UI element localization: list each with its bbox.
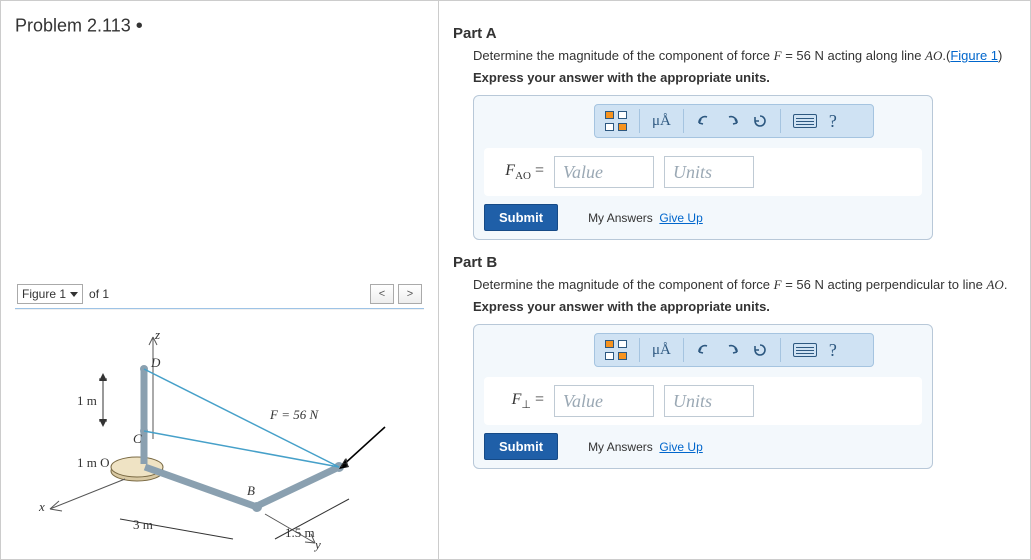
- point-d-label: D: [151, 355, 160, 371]
- part-b-var-label: F⊥ =: [494, 391, 544, 411]
- figure-next-button[interactable]: >: [398, 284, 422, 304]
- figure-link[interactable]: Figure 1: [950, 48, 998, 63]
- part-a-giveup-link[interactable]: Give Up: [659, 211, 702, 225]
- part-b-units-input[interactable]: Units: [664, 385, 754, 417]
- part-a-submit-button[interactable]: Submit: [484, 204, 558, 231]
- templates-icon[interactable]: [605, 340, 627, 360]
- problem-title: Problem 2.113 •: [15, 15, 424, 38]
- help-icon[interactable]: ?: [829, 340, 837, 361]
- figure-diagram: z x y D C B A 1 m 1 m O 3 m 1.5 m F = 56…: [15, 319, 425, 549]
- part-b-title: Part B: [453, 254, 1016, 271]
- reset-icon[interactable]: [752, 114, 768, 128]
- status-dot-icon: •: [136, 15, 143, 37]
- redo-icon[interactable]: [724, 114, 740, 128]
- origin-label: 1 m O: [77, 455, 110, 471]
- keyboard-icon[interactable]: [793, 343, 817, 357]
- reset-icon[interactable]: [752, 343, 768, 357]
- axis-x-label: x: [39, 499, 45, 515]
- dim-1-5m: 1.5 m: [285, 525, 315, 541]
- part-a-hints: My Answers Give Up: [588, 211, 703, 225]
- part-a-prompt: Determine the magnitude of the component…: [473, 48, 1016, 64]
- axis-z-label: z: [155, 327, 160, 343]
- part-a-answer-box: μÅ ? FAO = Value Units: [473, 95, 933, 240]
- part-b-giveup-link[interactable]: Give Up: [659, 440, 702, 454]
- figure-count-label: of 1: [89, 287, 109, 301]
- chevron-left-icon: <: [379, 288, 385, 300]
- dim-3m: 3 m: [133, 517, 153, 533]
- point-b-label: B: [247, 483, 255, 499]
- units-button[interactable]: μÅ: [652, 113, 671, 130]
- part-a-var-label: FAO =: [494, 162, 544, 182]
- chevron-right-icon: >: [407, 288, 413, 300]
- axis-y-label: y: [315, 537, 321, 553]
- figure-select-label: Figure 1: [22, 287, 66, 301]
- keyboard-icon[interactable]: [793, 114, 817, 128]
- part-b-hints: My Answers Give Up: [588, 440, 703, 454]
- undo-icon[interactable]: [696, 114, 712, 128]
- problem-title-text: Problem 2.113: [15, 15, 131, 35]
- point-a-label: A: [341, 455, 349, 471]
- chevron-down-icon: [70, 292, 78, 297]
- part-b-answer-box: μÅ ? F⊥ = Value Units S: [473, 324, 933, 469]
- part-b-submit-button[interactable]: Submit: [484, 433, 558, 460]
- point-c-label: C: [133, 431, 142, 447]
- part-a-units-input[interactable]: Units: [664, 156, 754, 188]
- part-a-toolbar: μÅ ?: [594, 104, 874, 138]
- figure-bar: Figure 1 of 1 < >: [15, 280, 424, 309]
- part-b-prompt: Determine the magnitude of the component…: [473, 277, 1016, 293]
- force-label: F = 56 N: [270, 407, 318, 423]
- figure-select[interactable]: Figure 1: [17, 284, 83, 304]
- part-b-value-input[interactable]: Value: [554, 385, 654, 417]
- figure-prev-button[interactable]: <: [370, 284, 394, 304]
- dim-1m-top: 1 m: [77, 393, 97, 409]
- part-b-toolbar: μÅ ?: [594, 333, 874, 367]
- templates-icon[interactable]: [605, 111, 627, 131]
- part-a-instruction: Express your answer with the appropriate…: [473, 70, 1016, 85]
- part-a-value-input[interactable]: Value: [554, 156, 654, 188]
- help-icon[interactable]: ?: [829, 111, 837, 132]
- part-a-title: Part A: [453, 25, 1016, 42]
- undo-icon[interactable]: [696, 343, 712, 357]
- units-button[interactable]: μÅ: [652, 342, 671, 359]
- redo-icon[interactable]: [724, 343, 740, 357]
- part-b-instruction: Express your answer with the appropriate…: [473, 299, 1016, 314]
